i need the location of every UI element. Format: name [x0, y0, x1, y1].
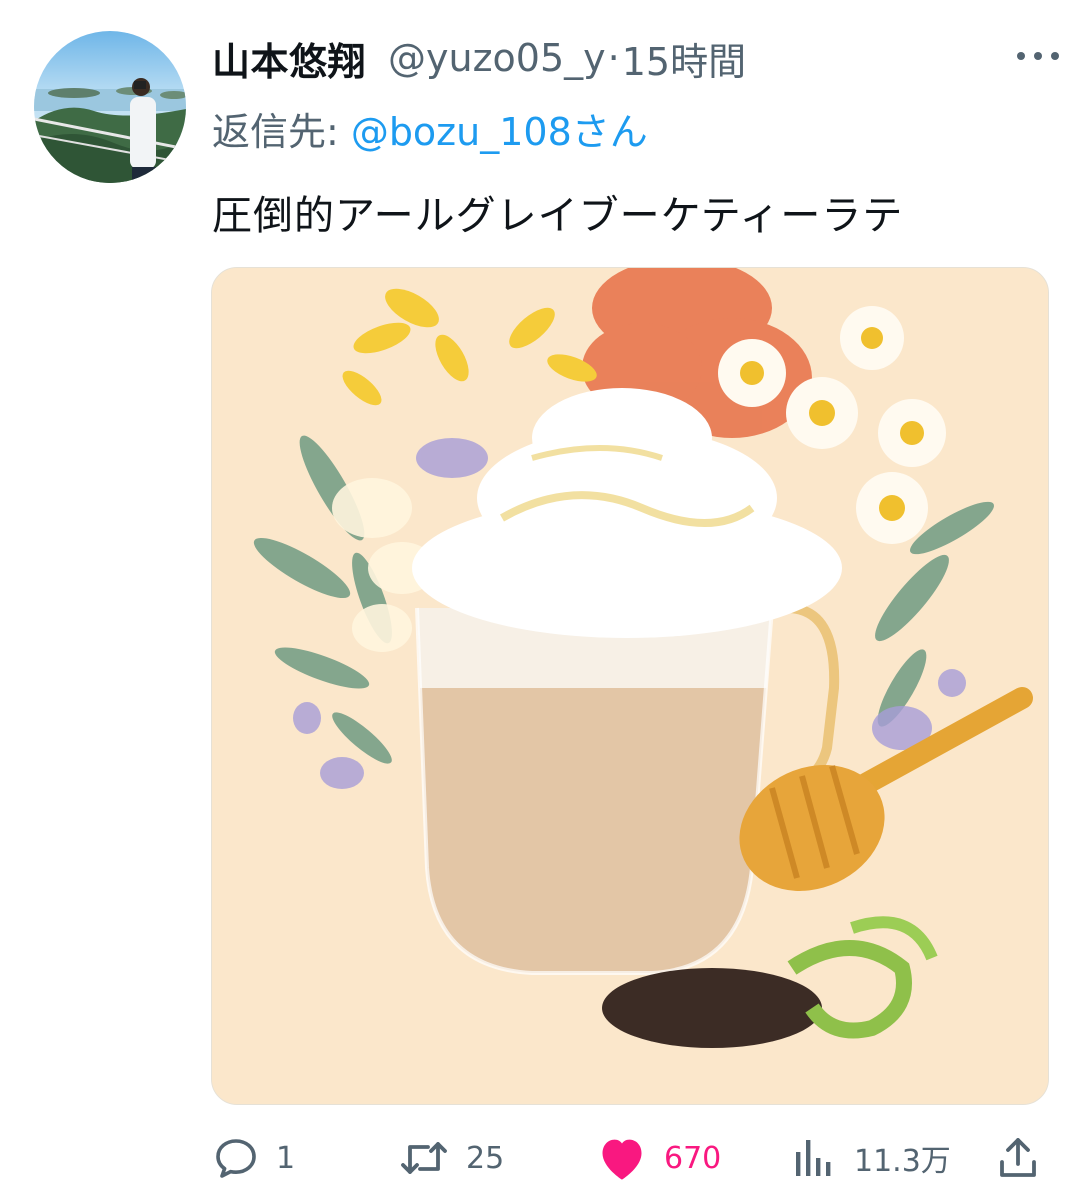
tweet-media[interactable]	[211, 267, 1049, 1105]
share-icon	[1000, 1138, 1036, 1177]
separator-dot: ·	[607, 36, 620, 80]
retweet-icon	[401, 1142, 447, 1174]
like-count: 670	[664, 1140, 722, 1176]
reply-label: 返信先:	[212, 109, 339, 154]
reply-button[interactable]: 1	[212, 1128, 295, 1188]
retweet-button[interactable]: 25	[398, 1128, 504, 1188]
more-horizontal-icon[interactable]	[1013, 44, 1063, 68]
share-button[interactable]	[994, 1128, 1042, 1188]
reply-context: 返信先: @bozu_108さん	[212, 100, 648, 156]
latte-illustration	[212, 268, 1048, 1104]
heart-icon	[602, 1139, 642, 1180]
avatar-photo	[34, 31, 186, 183]
views-count: 11.3万	[854, 1144, 951, 1179]
retweet-count: 25	[466, 1140, 505, 1176]
reply-icon	[216, 1139, 256, 1178]
reply-to-link[interactable]: @bozu_108さん	[351, 101, 648, 156]
tweet-text: 圧倒的アールグレイブーケティーラテ	[212, 193, 904, 239]
views-button[interactable]: 11.3万	[790, 1128, 951, 1188]
avatar[interactable]	[34, 31, 186, 183]
views-icon	[796, 1140, 831, 1176]
user-handle[interactable]: @yuzo05_y	[388, 36, 606, 80]
timestamp[interactable]: 15時間	[622, 31, 746, 86]
tweet-header: 山本悠翔 @yuzo05_y · 15時間	[212, 28, 746, 88]
like-button[interactable]: 670	[596, 1128, 721, 1188]
reply-count: 1	[276, 1140, 296, 1176]
tweet-actions: 1 25 670 11.3万	[212, 1128, 1048, 1188]
display-name[interactable]: 山本悠翔	[212, 31, 366, 86]
